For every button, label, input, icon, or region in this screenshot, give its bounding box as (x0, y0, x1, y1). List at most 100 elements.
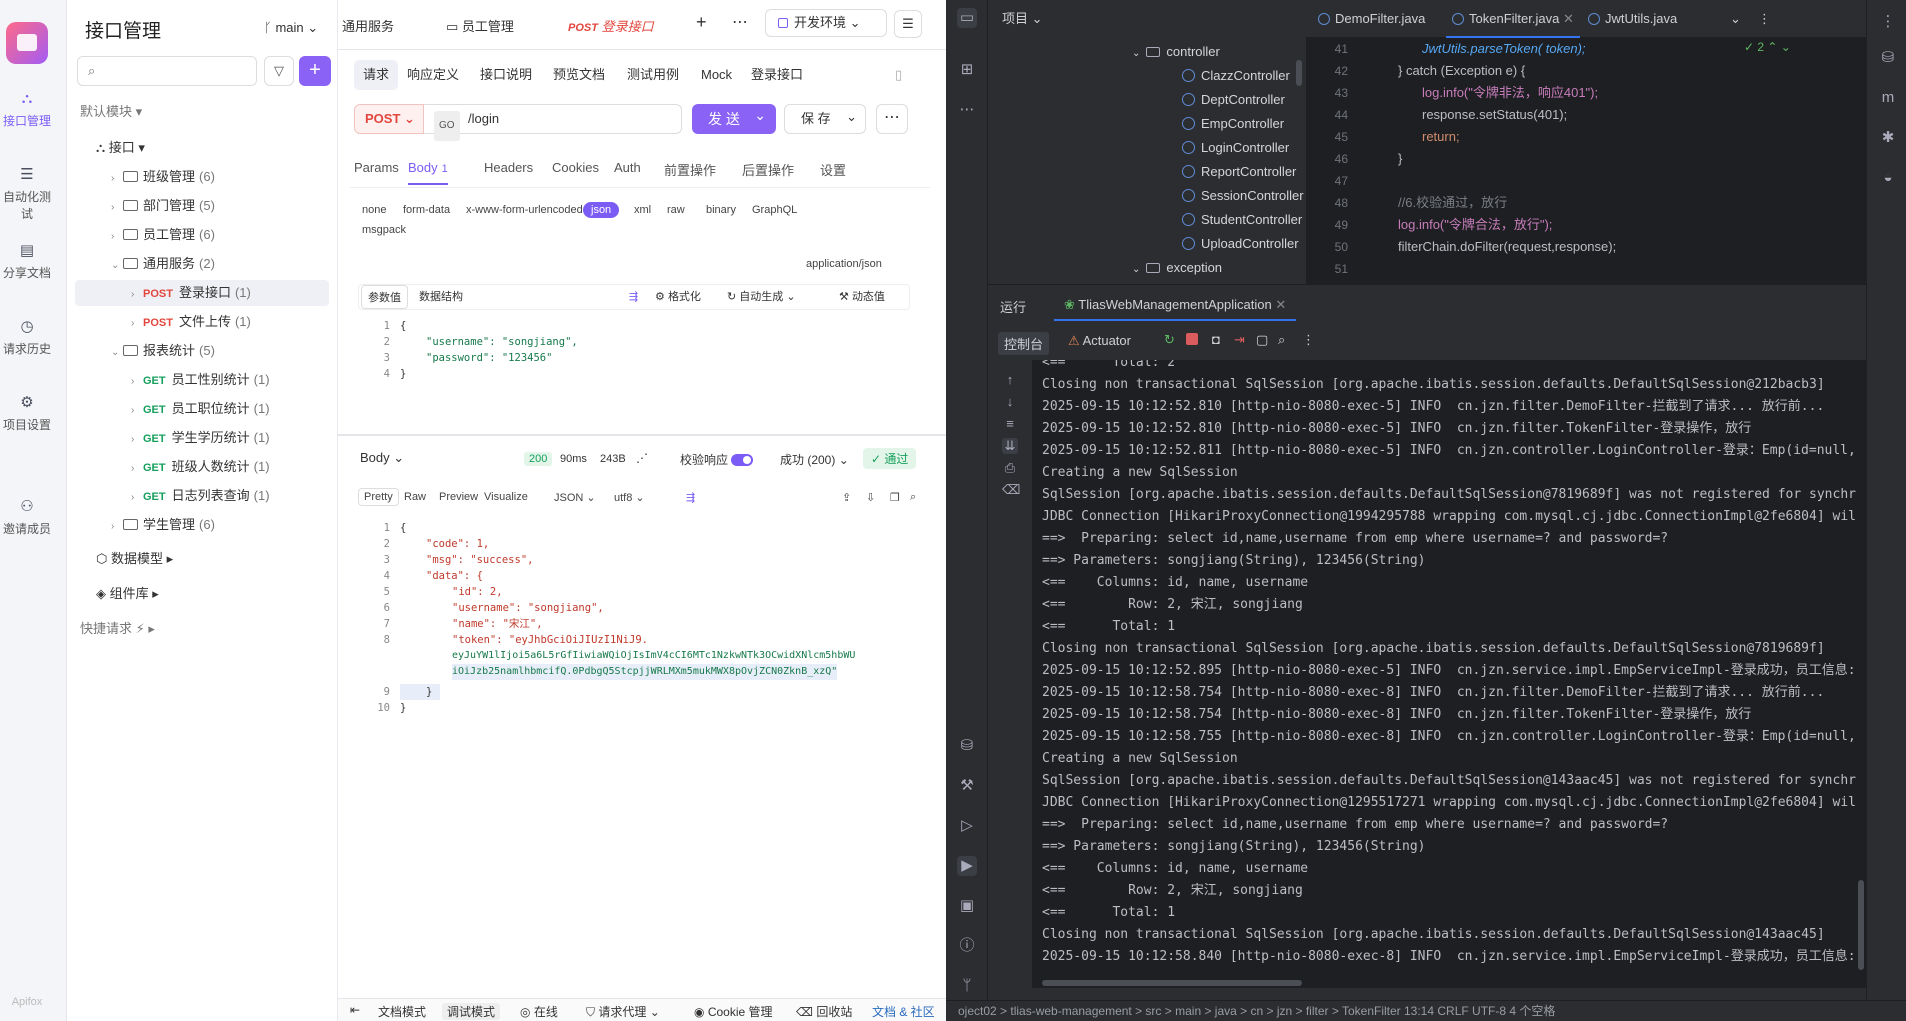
more-icon[interactable]: ⋮ (1758, 11, 1771, 27)
upload-icon[interactable]: ⇪ (842, 491, 851, 504)
run-config-tab[interactable]: ❀ TliasWebManagementApplication ✕ (1054, 291, 1297, 321)
tree-class[interactable]: StudentController (1182, 208, 1302, 232)
console-hscroll[interactable] (1042, 980, 1302, 986)
subtab-mock[interactable]: Mock (692, 60, 741, 90)
rerun-icon[interactable]: ↻ (1164, 332, 1175, 348)
scroll-end-icon[interactable]: ⇊ (1002, 438, 1018, 454)
search-icon[interactable]: ⌕ (910, 491, 916, 504)
up-icon[interactable]: ↑ (1002, 372, 1018, 388)
tree-folder[interactable]: ⌄ 报表统计 (5) (111, 338, 215, 364)
branch-selector[interactable]: ᚴ main ⌄ (264, 20, 318, 36)
rail-item-api[interactable]: ⛬ 接口管理 (0, 90, 54, 129)
tab-cookies[interactable]: Cookies (552, 160, 599, 175)
tree-endpoint-selected[interactable]: › POST 登录接口 (1) (75, 280, 329, 306)
tree-class[interactable]: EmpController (1182, 112, 1284, 136)
tree-class[interactable]: ClazzController (1182, 64, 1290, 88)
actuator-tab[interactable]: ⚠ Actuator (1068, 333, 1131, 349)
notifications-icon[interactable]: ⋮ (1878, 12, 1898, 32)
rail-item-test[interactable]: ☰ 自动化测试 (0, 166, 54, 222)
rtab-visualize[interactable]: Visualize (484, 491, 528, 503)
debug-mode-button[interactable]: 调试模式 (442, 1003, 501, 1020)
terminal-icon[interactable]: ▣ (957, 896, 977, 916)
share-icon[interactable]: ⋰ (636, 451, 648, 465)
tree-class[interactable]: UploadController (1182, 232, 1299, 256)
tab-post[interactable]: 后置操作 (742, 160, 794, 179)
tree-components[interactable]: ◈ 组件库 ▸ (96, 581, 159, 607)
editor-tab-active[interactable]: TokenFilter.java ✕ (1446, 0, 1580, 38)
tab-settings[interactable]: 设置 (820, 160, 846, 179)
stop-icon[interactable] (1186, 333, 1198, 345)
subtab-request[interactable]: 请求 (354, 60, 399, 90)
new-tab-button[interactable]: + (696, 12, 707, 33)
recycle-button[interactable]: ⌫ 回收站 (796, 1003, 852, 1020)
tree-folder[interactable]: › 员工管理 (6) (111, 222, 215, 248)
more-tabs-button[interactable]: ⋯ (732, 12, 748, 32)
download-icon[interactable]: ⇩ (866, 491, 875, 504)
project-header[interactable]: 项目 ⌄ (988, 0, 1306, 38)
bodytype-json[interactable]: json (583, 202, 620, 218)
rail-item-history[interactable]: ◷ 请求历史 (0, 318, 54, 357)
tree-scrollbar[interactable] (1296, 60, 1302, 86)
camera-icon[interactable]: ◘ (1212, 332, 1220, 347)
tree-folder[interactable]: ⌄ 通用服务 (2) (111, 251, 215, 277)
screenshot-icon[interactable]: ▢ (1256, 332, 1268, 348)
print-icon[interactable]: ⎙ (1002, 460, 1018, 476)
tree-endpoint[interactable]: › GET 日志列表查询 (1) (131, 483, 270, 509)
cookie-button[interactable]: ◉ Cookie 管理 (694, 1003, 773, 1020)
subtab-name[interactable]: 登录接口 (742, 60, 812, 90)
search-icon[interactable]: ⌕ (1278, 332, 1285, 348)
success-selector[interactable]: 成功 (200) ⌄ (780, 451, 849, 468)
run-icon[interactable]: ▶ (957, 856, 977, 876)
editor-tab[interactable]: JwtUtils.java (1588, 11, 1677, 26)
rtab-format-select[interactable]: JSON ⌄ (554, 491, 596, 504)
tree-folder[interactable]: › 班级管理 (6) (111, 164, 215, 190)
rtab-preview[interactable]: Preview (439, 491, 478, 503)
bodytype-form-data[interactable]: form-data (403, 204, 450, 216)
save-button[interactable]: 保 存 ⌄ (784, 104, 866, 134)
down-icon[interactable]: ↓ (1002, 394, 1018, 410)
tool-dynamic[interactable]: ⚒ 动态值 (833, 285, 891, 309)
tool-schema[interactable]: 数据结构 (413, 285, 469, 309)
tab-pre[interactable]: 前置操作 (664, 160, 716, 179)
code-editor[interactable]: 41 JwtUtils.parseToken( token); 42} catch… (1306, 38, 1866, 284)
tab-auth[interactable]: Auth (614, 160, 641, 175)
database-icon[interactable]: ⛁ (1878, 48, 1898, 68)
console-tab[interactable]: 控制台 (998, 332, 1050, 355)
tree-folder[interactable]: › 学生管理 (6) (111, 512, 215, 538)
split-handle[interactable] (338, 434, 946, 436)
tree-root[interactable]: ⛬ 接口 ▾ (96, 135, 145, 161)
tree-class[interactable]: SessionController (1182, 184, 1304, 208)
project-folder-icon[interactable]: ▭ (957, 8, 977, 28)
rtab-pretty[interactable]: Pretty (358, 488, 399, 506)
collapse-icon[interactable]: ⇤ (350, 1003, 360, 1017)
problems-icon[interactable]: ⓘ (957, 936, 977, 956)
rtab-raw[interactable]: Raw (404, 491, 426, 503)
bodytype-binary[interactable]: binary (706, 204, 736, 216)
more-icon[interactable]: ⋮ (1302, 332, 1315, 348)
tree-endpoint[interactable]: › POST 文件上传 (1) (131, 309, 251, 335)
rail-item-settings[interactable]: ⚙ 项目设置 (0, 394, 54, 433)
panel-toggle-icon[interactable]: ▯ (886, 60, 911, 90)
git-icon[interactable]: ᛘ (957, 976, 977, 996)
tool-format[interactable]: ⚙ 格式化 (649, 285, 707, 309)
send-button[interactable]: 发 送 (692, 100, 776, 134)
exit-icon[interactable]: ⇥ (1234, 332, 1245, 348)
response-body-selector[interactable]: Body ⌄ (360, 450, 404, 466)
module-selector[interactable]: 默认模块 ▾ (80, 99, 142, 125)
proxy-button[interactable]: ⛉ 请求代理 ⌄ (586, 1003, 660, 1020)
tab-employee[interactable]: ▭ 员工管理 (446, 16, 514, 35)
tab-common-service[interactable]: 通用服务 (342, 16, 394, 35)
community-link[interactable]: 文档 & 社区 (872, 1003, 944, 1020)
copy-icon[interactable]: ❐ (890, 491, 900, 504)
subtab-api-desc[interactable]: 接口说明 (471, 60, 541, 90)
tab-headers[interactable]: Headers (484, 160, 533, 175)
tab-login[interactable]: POST 登录接口 (568, 16, 654, 35)
trash-icon[interactable]: ⌫ (1002, 482, 1020, 498)
database-icon[interactable]: ⛁ (957, 736, 977, 756)
tool-autogen[interactable]: ↻ 自动生成 ⌄ (721, 285, 802, 309)
tree-endpoint[interactable]: › GET 员工职位统计 (1) (131, 396, 270, 422)
console-vscroll[interactable] (1858, 880, 1864, 970)
tree-folder[interactable]: › 部门管理 (5) (111, 193, 215, 219)
tree-search-input[interactable]: ⌕ (77, 56, 257, 86)
subtab-response-def[interactable]: 响应定义 (398, 60, 468, 90)
